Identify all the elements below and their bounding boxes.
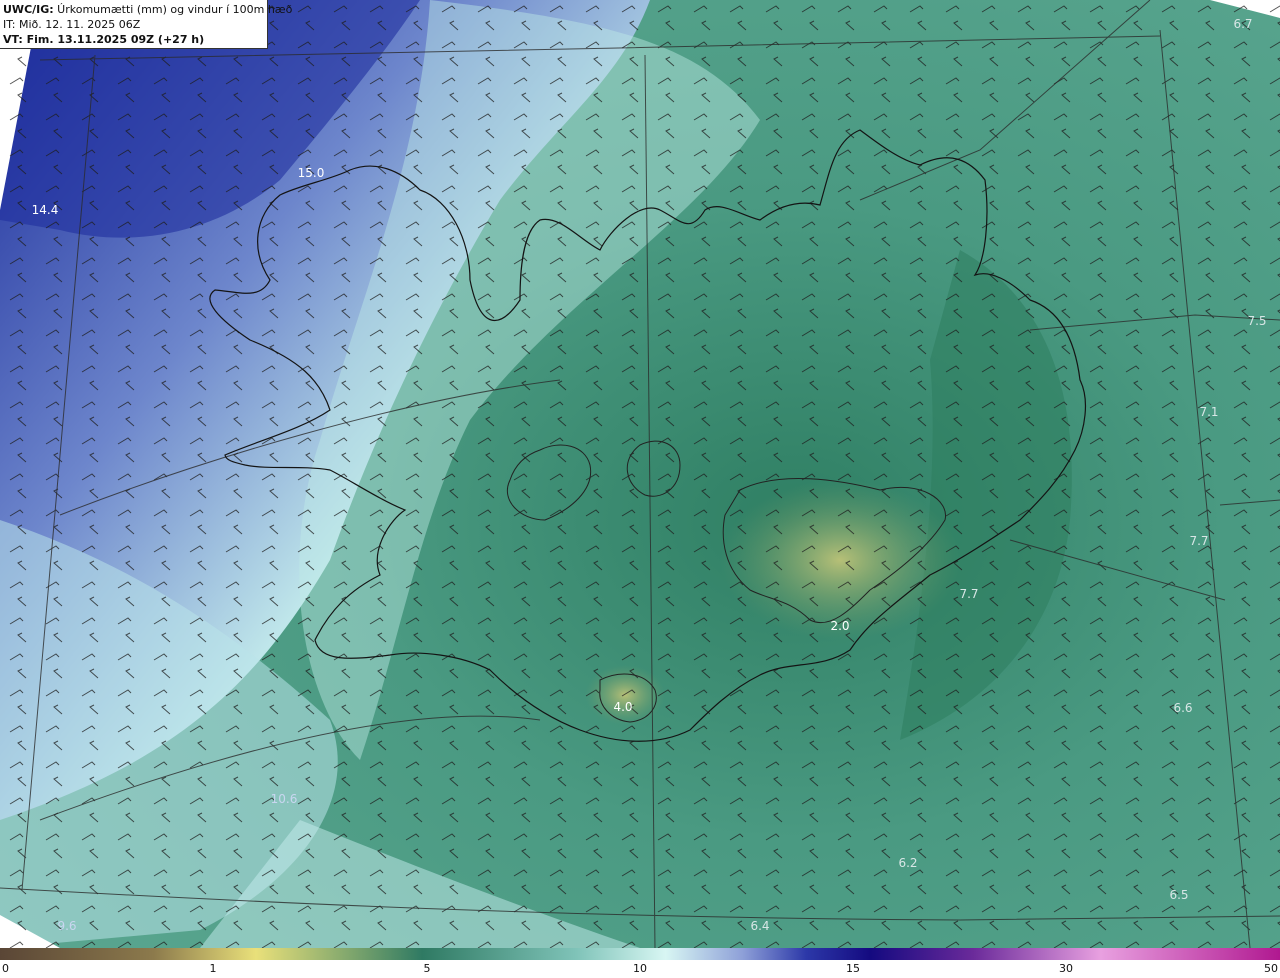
colorbar-tick: 30 [1059,962,1073,975]
value-label: 2.0 [830,619,850,633]
colorbar-tick: 15 [846,962,860,975]
value-label: 7.5 [1247,314,1267,328]
value-label: 7.1 [1199,405,1219,419]
colorbar-tick: 10 [633,962,647,975]
value-label: 15.0 [297,166,325,180]
precipitation-map [0,0,1280,948]
value-label: 10.6 [270,792,298,806]
valid-time: VT: Fim. 13.11.2025 09Z (+27 h) [3,33,205,46]
colorbar-tick: 5 [423,962,431,975]
init-time: IT: Mið. 12. 11. 2025 06Z [3,18,141,31]
title-code: UWC/IG: [3,3,54,16]
value-label: 7.7 [1189,534,1209,548]
value-label: 6.7 [1233,17,1253,31]
value-label: 9.6 [57,919,77,933]
value-label: 6.5 [1169,888,1189,902]
title-line: UWC/IG: Úrkomumætti (mm) og vindur í 100… [3,2,292,17]
value-label: 14.4 [31,203,59,217]
value-label: 6.2 [898,856,918,870]
map-title-box: UWC/IG: Úrkomumætti (mm) og vindur í 100… [0,0,292,49]
title-text: Úrkomumætti (mm) og vindur í 100m hæð [53,3,293,16]
colorbar-tick: 50 [1264,962,1278,975]
colorbar-tick: 1 [209,962,217,975]
colorbar-tick: 0 [2,962,9,975]
precipitation-colorbar [0,948,1280,960]
value-label: 7.7 [959,587,979,601]
value-label: 4.0 [613,700,633,714]
value-label: 6.6 [1173,701,1193,715]
value-label: 6.4 [750,919,770,933]
